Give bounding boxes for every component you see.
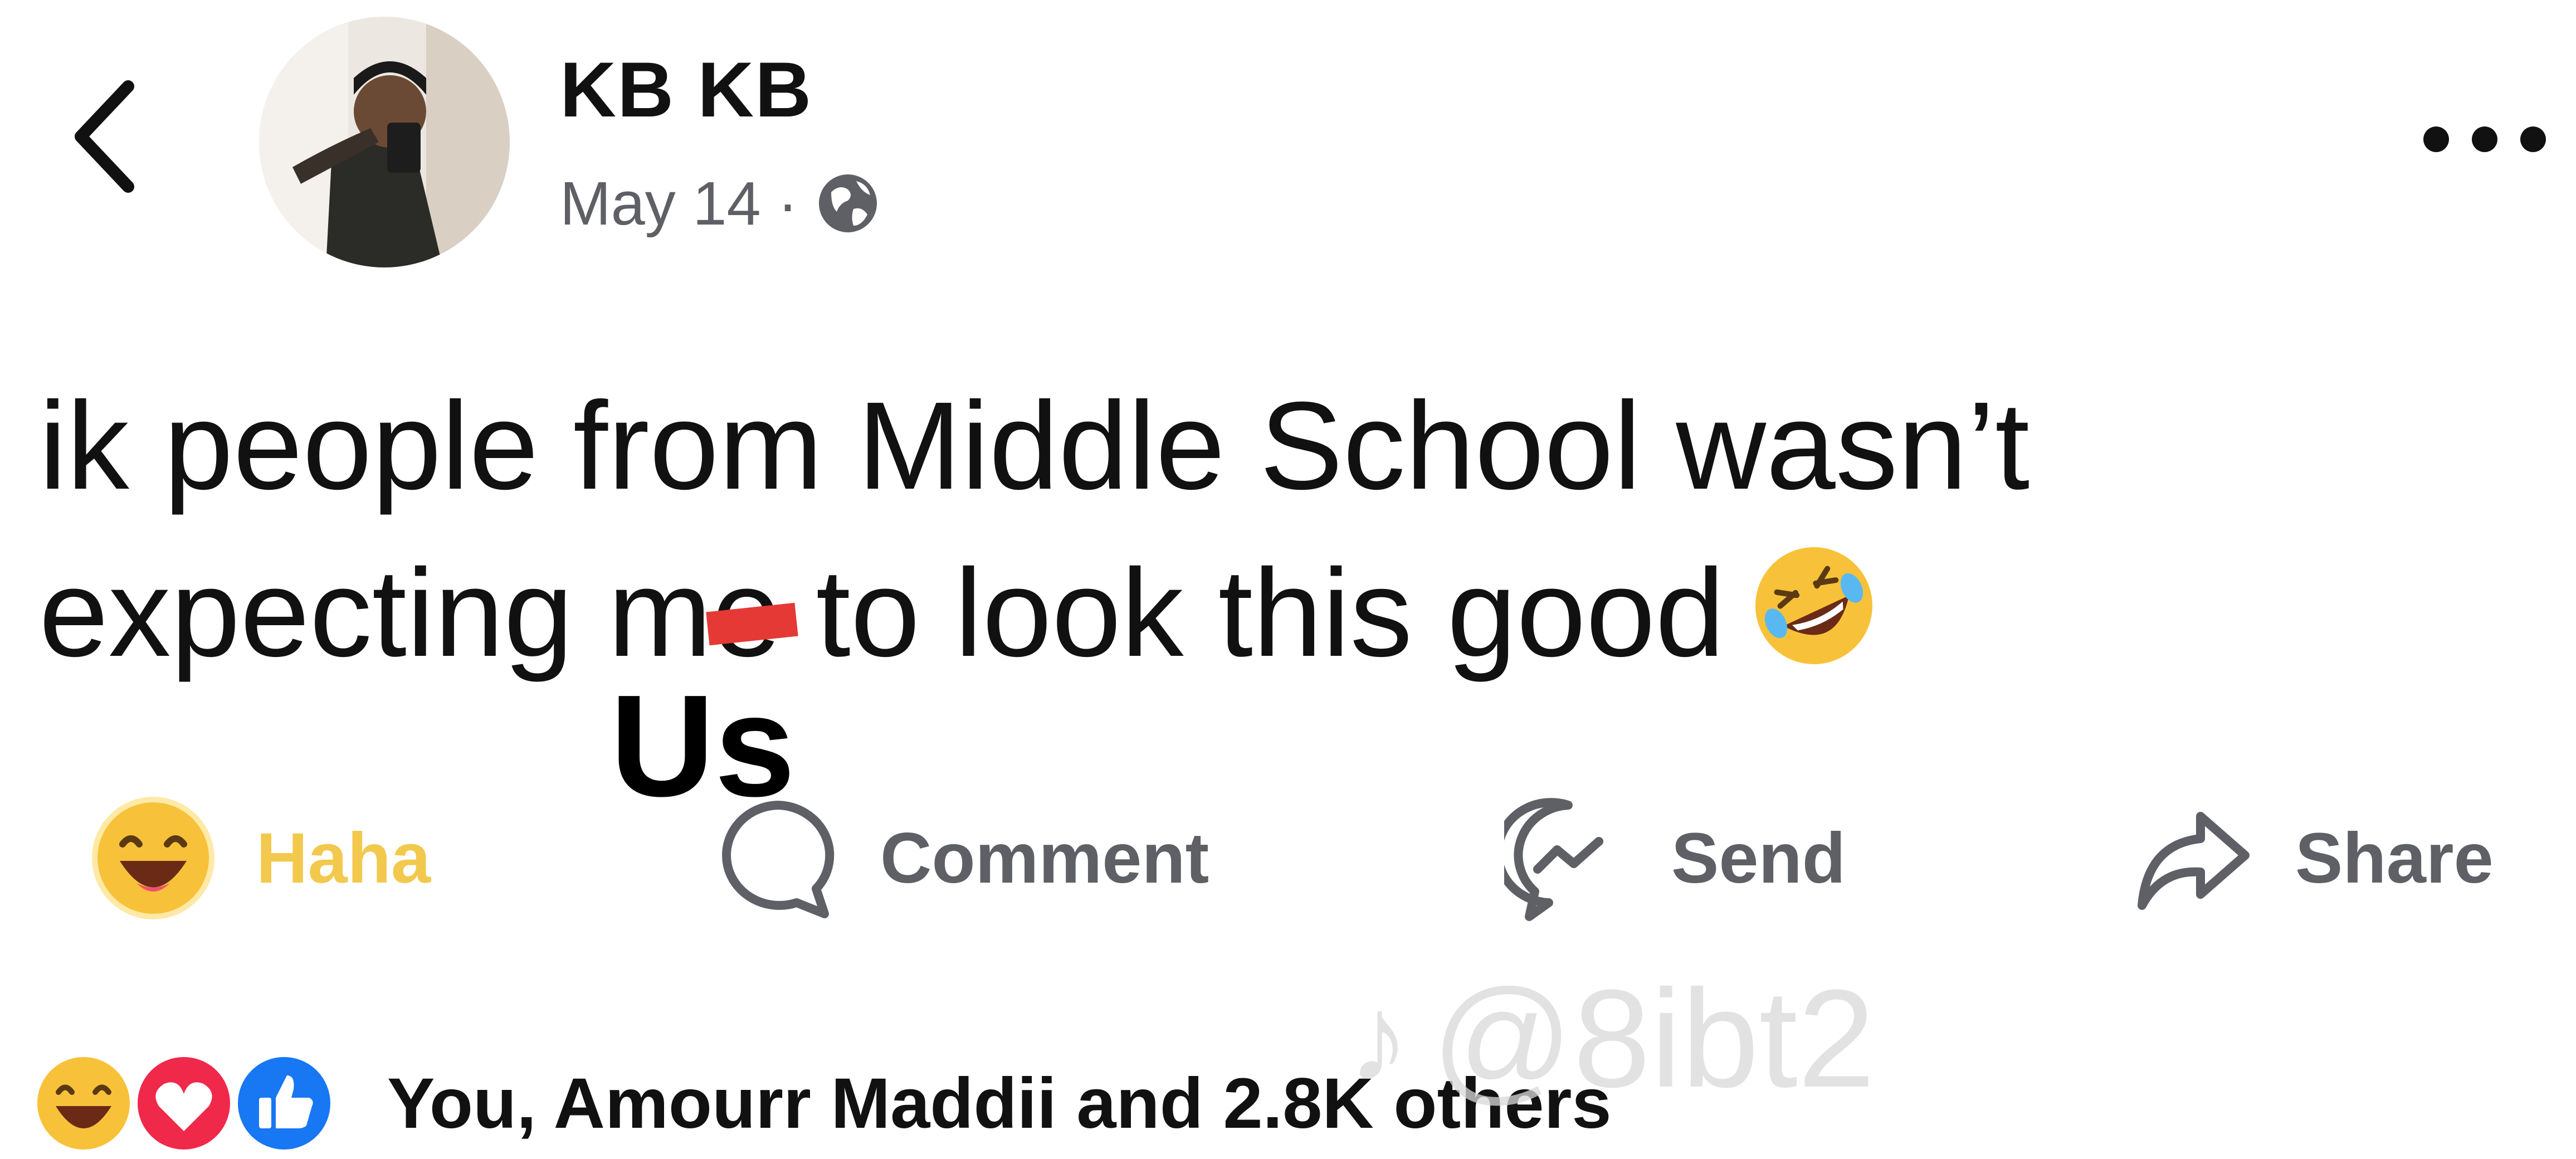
avatar[interactable] <box>259 17 510 267</box>
post-text-line-2-text: expecting me to look this good <box>39 543 1725 683</box>
reaction-icons <box>31 1050 343 1156</box>
more-dot <box>2423 126 2449 152</box>
author-name[interactable]: KB KB <box>560 45 812 135</box>
chevron-left-icon <box>75 80 134 193</box>
love-icon <box>132 1051 236 1155</box>
haha-icon <box>92 797 214 919</box>
rolling-laughing-emoji-icon <box>1755 547 1872 664</box>
tiktok-icon: ♪ <box>1348 970 1409 1107</box>
haha-reaction-button[interactable]: Haha <box>89 791 431 925</box>
like-icon <box>232 1051 336 1155</box>
post-text-line-1: ik people from Middle School wasn’t <box>39 376 2030 515</box>
send-label: Send <box>1671 818 1846 898</box>
post-date[interactable]: May 14 <box>560 168 761 239</box>
send-button[interactable]: Send <box>1504 791 1846 925</box>
tiktok-watermark: ♪ @8ibt2 <box>1348 958 1875 1118</box>
post-text-line-2: expecting me to look this good <box>39 529 2490 697</box>
back-button[interactable] <box>67 78 145 195</box>
watermark-text: @8ibt2 <box>1432 961 1875 1116</box>
post-meta: May 14 · <box>560 162 881 245</box>
haha-icon <box>32 1051 135 1155</box>
globe-icon <box>819 174 877 232</box>
share-label: Share <box>2295 818 2494 898</box>
messenger-icon <box>1504 798 1603 921</box>
post-text: ik people from Middle School wasn’t expe… <box>39 362 2490 697</box>
comment-icon <box>722 801 835 918</box>
haha-label: Haha <box>256 818 431 898</box>
date-separator: · <box>777 169 798 238</box>
share-arrow-icon <box>2138 812 2250 910</box>
more-dot <box>2472 126 2497 152</box>
comment-label: Comment <box>880 818 1209 898</box>
more-options-button[interactable] <box>2423 123 2546 156</box>
comment-button[interactable]: Comment <box>713 791 1209 925</box>
more-dot <box>2520 126 2546 152</box>
share-button[interactable]: Share <box>2128 791 2494 925</box>
avatar-photo <box>259 17 510 267</box>
